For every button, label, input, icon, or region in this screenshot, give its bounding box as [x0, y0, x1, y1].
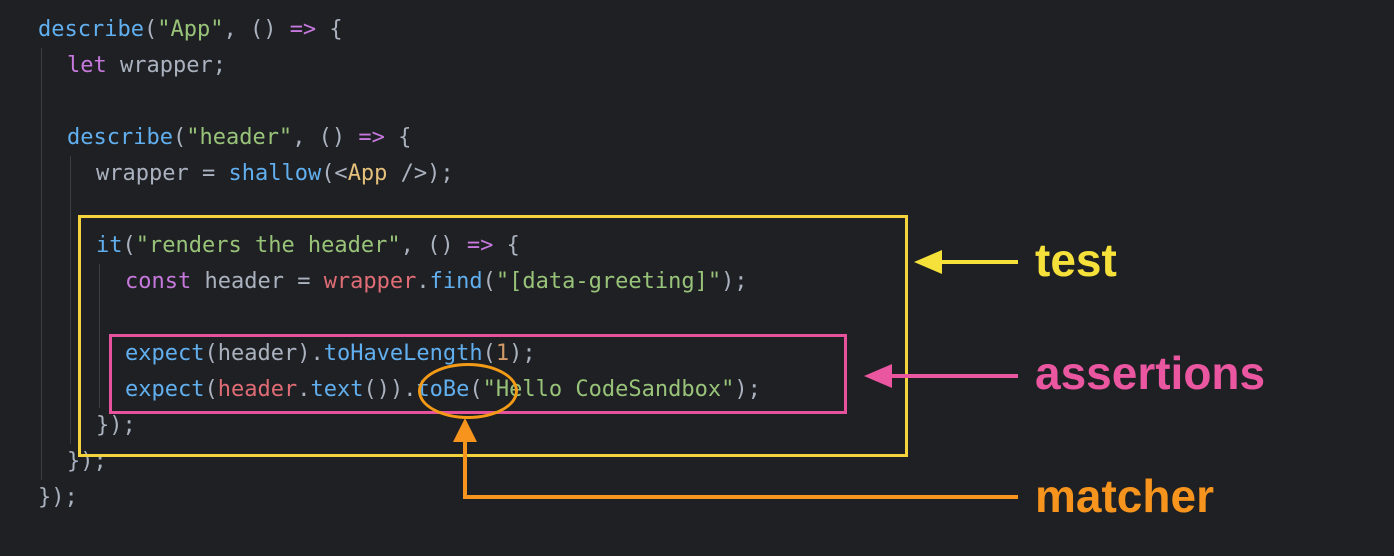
assertions-arrow — [864, 364, 1018, 388]
assertions-label: assertions — [1035, 347, 1266, 399]
test-arrow — [914, 250, 1018, 274]
matcher-arrow — [453, 418, 1018, 499]
test-label: test — [1035, 234, 1117, 286]
matcher-label: matcher — [1035, 470, 1214, 522]
